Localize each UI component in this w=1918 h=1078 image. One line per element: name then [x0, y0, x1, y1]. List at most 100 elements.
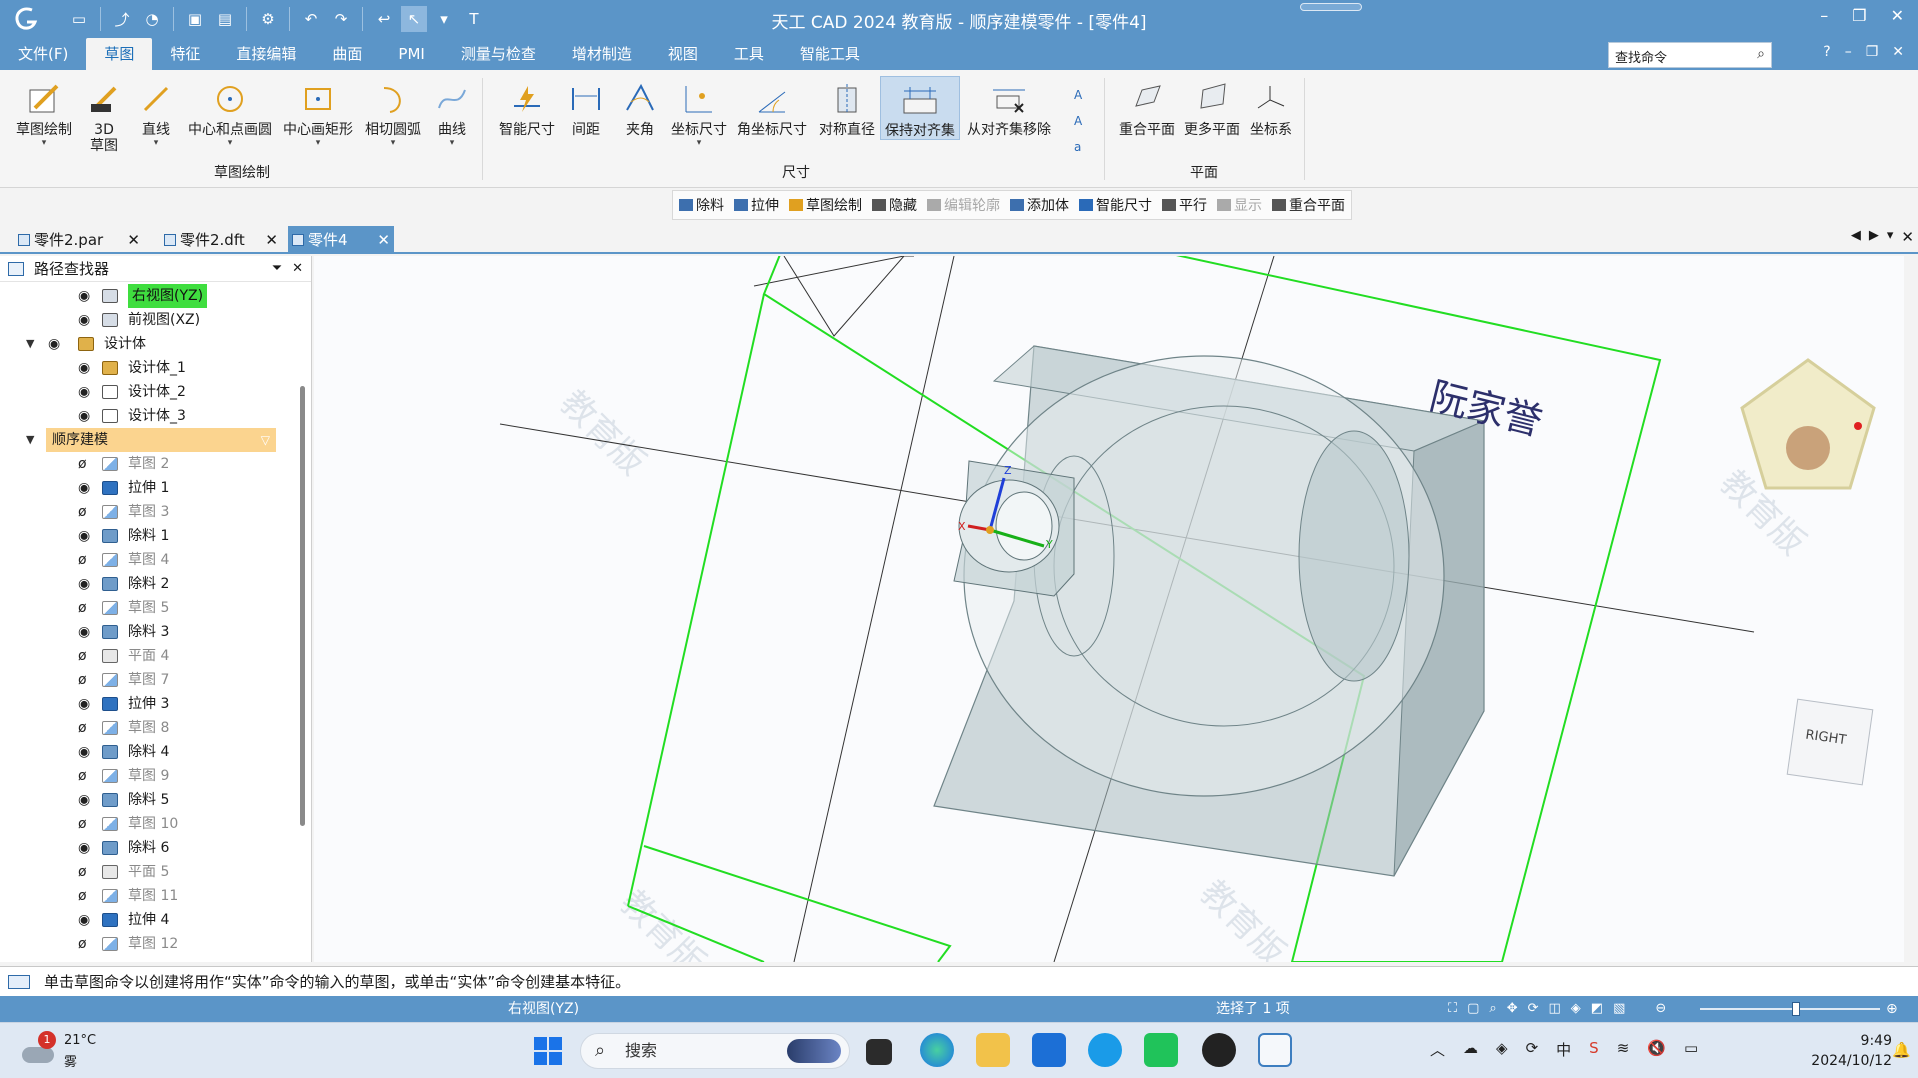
- tab-prev-icon[interactable]: ◀: [1851, 228, 1861, 246]
- dropdown-arrow-icon[interactable]: ▾: [360, 138, 426, 148]
- zoom-area-icon[interactable]: ⛶: [1448, 996, 1457, 1022]
- dropdown-arrow-icon[interactable]: ▾: [280, 138, 356, 148]
- view-orient-icon[interactable]: ◫: [1549, 996, 1561, 1022]
- eye-hidden-icon[interactable]: ø: [78, 764, 87, 788]
- search-icon[interactable]: ⌕: [1757, 46, 1765, 62]
- eye-icon[interactable]: ◉: [78, 692, 90, 716]
- smart-dimension-button[interactable]: 智能尺寸: [492, 76, 562, 138]
- eye-hidden-icon[interactable]: ø: [78, 548, 87, 572]
- zoom-icon[interactable]: ⌕: [1489, 996, 1496, 1022]
- doc-close-icon[interactable]: ✕: [1892, 44, 1904, 60]
- doc-tab-2[interactable]: 零件4 ✕: [288, 226, 394, 254]
- command-5[interactable]: 添加体: [1010, 195, 1069, 215]
- tangent-arc-button[interactable]: 相切圆弧 ▾: [360, 76, 426, 148]
- command-7[interactable]: 平行: [1162, 195, 1207, 215]
- command-8[interactable]: 显示: [1217, 195, 1262, 215]
- coordinate-system-button[interactable]: 坐标系: [1246, 76, 1296, 138]
- eye-hidden-icon[interactable]: ø: [78, 932, 87, 956]
- wps-icon[interactable]: S: [1589, 1039, 1599, 1060]
- zoom-slider-thumb[interactable]: [1792, 1002, 1800, 1016]
- tree-item[interactable]: ø 平面 4: [0, 644, 296, 668]
- tree-item[interactable]: ø 草图 11: [0, 884, 296, 908]
- eye-icon[interactable]: ◉: [78, 476, 90, 500]
- app-tray-icon[interactable]: ◈: [1496, 1039, 1508, 1060]
- tree-item[interactable]: ◉ 设计体_2: [0, 380, 296, 404]
- doc-tab-1[interactable]: 零件2.dft ✕: [160, 226, 282, 254]
- keep-align-set-button[interactable]: 保持对齐集: [880, 76, 960, 140]
- dropdown-arrow-icon[interactable]: ▾: [432, 138, 472, 148]
- tree-item[interactable]: ø 平面 5: [0, 860, 296, 884]
- menu-tab-2[interactable]: 特征: [152, 38, 218, 70]
- ime-indicator[interactable]: 中: [1556, 1039, 1571, 1060]
- eye-icon[interactable]: ◉: [78, 404, 90, 428]
- menu-tab-8[interactable]: 视图: [650, 38, 716, 70]
- eye-hidden-icon[interactable]: ø: [78, 452, 87, 476]
- menu-tab-4[interactable]: 曲面: [314, 38, 380, 70]
- 3d-sketch-button[interactable]: 3D 草图: [82, 76, 126, 154]
- tree-item[interactable]: ø 草图 4: [0, 548, 296, 572]
- sketch-view-icon[interactable]: ▧: [1613, 996, 1625, 1022]
- tree-item[interactable]: ø 草图 10: [0, 812, 296, 836]
- tree-item[interactable]: ø 草图 12: [0, 932, 296, 956]
- menu-tab-0[interactable]: 文件(F): [0, 38, 86, 70]
- coordinate-dimension-button[interactable]: 坐标尺寸 ▾: [668, 76, 730, 148]
- taskbar-search[interactable]: ⌕ 搜索: [580, 1033, 850, 1069]
- eye-icon[interactable]: ◉: [78, 524, 90, 548]
- tray-expand-icon[interactable]: ︿: [1430, 1039, 1445, 1060]
- tree-item[interactable]: ◉ 除料 4: [0, 740, 296, 764]
- start-button[interactable]: [534, 1037, 562, 1065]
- close-tab-icon[interactable]: ✕: [265, 226, 278, 254]
- tab-list-icon[interactable]: ▾: [1887, 228, 1894, 246]
- text-small-icon[interactable]: a: [1074, 134, 1082, 160]
- eye-icon[interactable]: ◉: [78, 836, 90, 860]
- eye-hidden-icon[interactable]: ø: [78, 500, 87, 524]
- clock[interactable]: 9:49 2024/10/12: [1796, 1031, 1892, 1071]
- sketch-draw-button[interactable]: 草图绘制 ▾: [8, 76, 80, 148]
- menu-tab-3[interactable]: 直接编辑: [218, 38, 314, 70]
- eye-icon[interactable]: ◉: [78, 356, 90, 380]
- coincident-plane-button[interactable]: 重合平面: [1114, 76, 1180, 138]
- expand-toggle-icon[interactable]: ▼: [26, 332, 34, 356]
- text-style-icon[interactable]: A: [1074, 82, 1082, 108]
- expand-toggle-icon[interactable]: ▼: [26, 428, 34, 452]
- rectangle-center-button[interactable]: 中心画矩形 ▾: [280, 76, 356, 148]
- close-icon[interactable]: ✕: [1891, 6, 1904, 25]
- display-icon[interactable]: ◩: [1591, 996, 1603, 1022]
- eye-icon[interactable]: ◉: [78, 380, 90, 404]
- close-tab-icon[interactable]: ✕: [377, 226, 390, 254]
- view-cube[interactable]: RIGHT: [1786, 698, 1874, 786]
- store-icon[interactable]: [1144, 1033, 1178, 1067]
- tree-item[interactable]: ◉ 设计体_3: [0, 404, 296, 428]
- mail-icon[interactable]: [1032, 1033, 1066, 1067]
- tree-item[interactable]: ◉ 除料 2: [0, 572, 296, 596]
- menu-tab-6[interactable]: 测量与检查: [443, 38, 554, 70]
- tiangong-cad-taskbar-icon[interactable]: [1258, 1033, 1292, 1067]
- command-search-input[interactable]: 查找命令 ⌕: [1608, 42, 1772, 68]
- eye-icon[interactable]: ◉: [48, 332, 60, 356]
- command-1[interactable]: 拉伸: [734, 195, 779, 215]
- tree-item[interactable]: ▼ ◉ 设计体: [0, 332, 296, 356]
- dropdown-arrow-icon[interactable]: ▾: [136, 138, 176, 148]
- tree-item[interactable]: ø 草图 8: [0, 716, 296, 740]
- pathfinder-close-icon[interactable]: ✕: [292, 256, 303, 282]
- eye-icon[interactable]: ◉: [78, 620, 90, 644]
- tree-item-menu-icon[interactable]: ▽: [261, 428, 270, 452]
- eye-hidden-icon[interactable]: ø: [78, 668, 87, 692]
- eye-hidden-icon[interactable]: ø: [78, 644, 87, 668]
- restore-icon[interactable]: ❐: [1852, 6, 1866, 25]
- tab-close-all-icon[interactable]: ✕: [1901, 228, 1914, 246]
- fit-icon[interactable]: ▢: [1467, 996, 1479, 1022]
- dropdown-arrow-icon[interactable]: ▾: [184, 138, 276, 148]
- tree-item[interactable]: ◉ 前视图(XZ): [0, 308, 296, 332]
- sync-icon[interactable]: ⟳: [1526, 1039, 1539, 1060]
- eye-icon[interactable]: ◉: [78, 308, 90, 332]
- pathfinder-menu-icon[interactable]: ⏷: [272, 256, 282, 282]
- help-icon[interactable]: ?: [1823, 44, 1830, 60]
- tree-item[interactable]: ◉ 设计体_1: [0, 356, 296, 380]
- tree-item[interactable]: ▼ 顺序建模 ▽: [26, 428, 276, 452]
- minimize-icon[interactable]: –: [1820, 6, 1828, 25]
- edge-browser-icon[interactable]: [920, 1033, 954, 1067]
- pan-icon[interactable]: ✥: [1507, 996, 1518, 1022]
- menu-tab-5[interactable]: PMI: [380, 38, 442, 70]
- tree-item[interactable]: ◉ 右视图(YZ): [0, 284, 296, 308]
